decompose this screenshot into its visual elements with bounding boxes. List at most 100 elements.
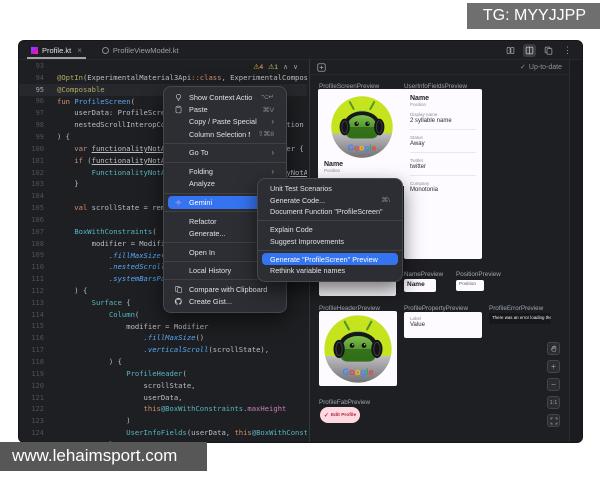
user-info-field: CompanyMonotonia xyxy=(410,181,476,193)
field-label: Status xyxy=(410,135,476,140)
code-line-117[interactable]: 117 .verticalScroll(scrollState), xyxy=(19,344,307,356)
menu-item-label: Compare with Clipboard xyxy=(189,285,267,294)
diff-icon[interactable] xyxy=(542,44,555,57)
field-name-subtitle: Position xyxy=(410,102,476,107)
gemini-submenu-item-rethink-variable-names[interactable]: Rethink variable names xyxy=(262,265,398,277)
github-icon xyxy=(174,297,185,307)
preview-title-profileproperty: ProfilePropertyPreview xyxy=(404,305,468,312)
menu-item-label: Analyze xyxy=(189,179,215,188)
context-menu-item-compare-with-clipboard[interactable]: Compare with Clipboard xyxy=(168,283,282,295)
zoom-to-fit-button[interactable] xyxy=(547,414,560,427)
tab-profile-kt[interactable]: Profile.kt× xyxy=(23,41,90,59)
next-issue-icon[interactable]: ∨ xyxy=(293,63,298,71)
gemini-submenu-item-explain-code[interactable]: Explain Code xyxy=(262,224,398,236)
inspection-widget[interactable]: ⚠4 ⚠1 ∧ ∨ xyxy=(250,62,301,72)
no-icon xyxy=(174,167,185,177)
code-line-121[interactable]: 121 userData, xyxy=(19,392,307,404)
menu-item-label: Local History xyxy=(189,266,231,275)
context-menu-item-folding[interactable]: Folding › xyxy=(168,165,282,177)
preview-name-text: Name xyxy=(324,161,400,168)
line-number: 99 xyxy=(19,133,57,141)
profile-fab-preview-chip: ✓ Edit Profile xyxy=(320,407,360,423)
code-line-122[interactable]: 122 this@BoxWithConstraints.maxHeight xyxy=(19,403,307,415)
line-number: 104 xyxy=(19,192,57,200)
preview-title-profileerror: ProfileErrorPreview xyxy=(489,305,543,312)
context-menu-item-copy-paste-special[interactable]: Copy / Paste Special› xyxy=(168,116,282,128)
menu-item-label: Paste xyxy=(189,105,208,114)
prev-issue-icon[interactable]: ∧ xyxy=(283,63,288,71)
code-line-124[interactable]: 124 UserInfoFields(userData, this@BoxWit… xyxy=(19,427,307,439)
property-value: Value xyxy=(410,322,476,328)
context-menu-item-show-context-actions[interactable]: Show Context Actions⌥↵ xyxy=(168,91,282,103)
preview-zoom-mode-icon[interactable] xyxy=(317,63,326,72)
android-mascot-image xyxy=(323,314,393,384)
zoom-out-button[interactable]: − xyxy=(547,378,560,391)
code-line-119[interactable]: 119 ProfileHeader( xyxy=(19,368,307,380)
preview-title-profilefab: ProfileFabPreview xyxy=(319,399,370,406)
gemini-submenu-separator xyxy=(258,220,402,221)
menu-item-label: Folding xyxy=(189,167,213,176)
editor-tab-bar: Profile.kt×ProfileViewModel.kt ⋮ xyxy=(19,41,582,60)
context-menu-item-go-to[interactable]: Go To› xyxy=(168,147,282,159)
menu-item-label: Generate... xyxy=(189,229,226,238)
code-line-123[interactable]: 123 ) xyxy=(19,415,307,427)
submenu-arrow-icon: › xyxy=(271,167,274,176)
code-line-118[interactable]: 118 ) { xyxy=(19,356,307,368)
field-label: Company xyxy=(410,181,476,186)
menu-item-label: Suggest Improvements xyxy=(270,237,344,246)
field-value: Away xyxy=(410,141,476,147)
no-icon xyxy=(174,216,185,226)
line-number: 110 xyxy=(19,263,57,271)
more-icon[interactable]: ⋮ xyxy=(561,44,574,57)
line-number: 109 xyxy=(19,251,57,259)
profile-property-preview-card: Label Value xyxy=(404,312,482,338)
line-number: 113 xyxy=(19,299,57,307)
line-number: 116 xyxy=(19,334,57,342)
preview-title-name: NamePreview xyxy=(404,271,443,278)
menu-item-label: Unit Test Scenarios xyxy=(270,184,332,193)
line-number: 102 xyxy=(19,169,57,177)
line-number: 108 xyxy=(19,240,57,248)
tab-profileviewmodel-kt[interactable]: ProfileViewModel.kt xyxy=(94,41,187,59)
line-number: 107 xyxy=(19,228,57,236)
field-value: Monotonia xyxy=(410,187,476,193)
field-name: Name xyxy=(410,95,476,102)
code-line-115[interactable]: 115 modifier = Modifier xyxy=(19,321,307,333)
context-menu-item-paste[interactable]: Paste⌘V xyxy=(168,103,282,115)
menu-item-label: Refactor xyxy=(189,217,217,226)
actual-size-button[interactable]: 1:1 xyxy=(547,396,560,409)
position-preview-chip: Position xyxy=(456,280,484,291)
fab-label: Edit Profile xyxy=(331,413,356,418)
gemini-submenu-item-unit-test-scenarios[interactable]: Unit Test Scenarios xyxy=(262,183,398,195)
line-number: 115 xyxy=(19,322,57,330)
preview-title-position: PositionPreview xyxy=(456,271,501,278)
gemini-submenu-item-generate-profilescreen-preview[interactable]: Generate "ProfileScreen" Preview xyxy=(262,253,398,265)
context-menu-separator xyxy=(164,143,286,144)
user-info-field: Display name2 syllable name xyxy=(410,112,476,124)
close-icon[interactable]: × xyxy=(77,46,82,55)
no-icon xyxy=(174,148,185,158)
line-number: 123 xyxy=(19,417,57,425)
code-line-116[interactable]: 116 .fillMaxSize() xyxy=(19,332,307,344)
shortcut-label: ⌥↵ xyxy=(260,93,274,101)
code-line-94[interactable]: 94@OptIn(ExperimentalMaterial3Api::class… xyxy=(19,72,307,84)
user-info-fields-preview-card: Name Position Display name2 syllable nam… xyxy=(404,89,482,259)
gemini-submenu-item-generate-code[interactable]: Generate Code...⌘\ xyxy=(262,195,398,207)
gemini-submenu-item-document-function-profilescreen[interactable]: Document Function "ProfileScreen" xyxy=(262,206,398,218)
context-menu-item-column-selection-mode[interactable]: Column Selection Mode⇧⌘8 xyxy=(168,128,282,140)
gemini-submenu-item-suggest-improvements[interactable]: Suggest Improvements xyxy=(262,236,398,248)
menu-item-label: Create Gist... xyxy=(189,297,232,306)
pan-button[interactable] xyxy=(547,342,560,355)
lightbulb-icon xyxy=(174,92,185,102)
no-icon xyxy=(174,228,185,238)
zoom-in-button[interactable]: + xyxy=(547,360,560,373)
context-menu-item-create-gist[interactable]: Create Gist... xyxy=(168,295,282,307)
page: TG: MYYJJPP Profile.kt×ProfileViewModel.… xyxy=(0,0,600,480)
split-editor-icon[interactable] xyxy=(523,44,536,57)
property-label: Label xyxy=(410,316,476,321)
columns-icon[interactable] xyxy=(504,44,517,57)
line-number: 118 xyxy=(19,358,57,366)
line-number: 121 xyxy=(19,394,57,402)
right-toolwindow-stripe[interactable] xyxy=(569,60,582,442)
code-line-120[interactable]: 120 scrollState, xyxy=(19,380,307,392)
